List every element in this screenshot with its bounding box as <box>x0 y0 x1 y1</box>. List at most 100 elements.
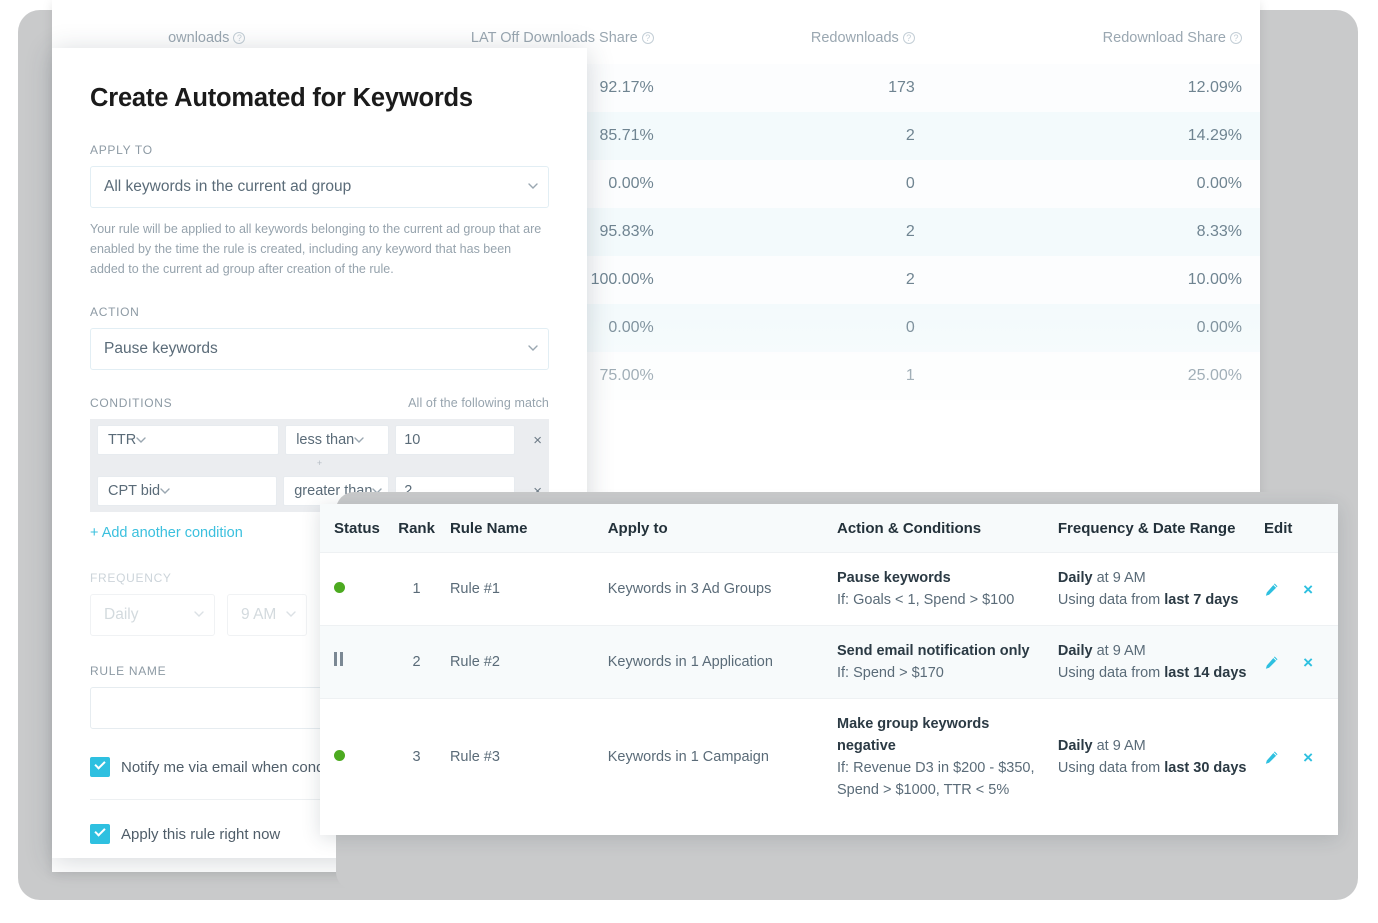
checkbox-checked-icon[interactable] <box>90 824 110 845</box>
chevron-down-icon <box>354 437 364 444</box>
cell-redownload-share: 25.00% <box>1187 367 1242 384</box>
cell-rule-name: Rule #1 <box>449 581 500 598</box>
frequency-interval-select[interactable]: Daily <box>90 594 215 637</box>
frequency-line: Daily at 9 AM <box>1057 738 1146 755</box>
column-header-rank: Rank <box>389 504 444 553</box>
cell-redownloads: 0 <box>905 319 915 336</box>
cell-redownload-share: 0.00% <box>1196 175 1242 192</box>
cell-edit: × <box>1258 699 1338 816</box>
cell-action-conditions: Pause keywords If: Goals < 1, Spend > $1… <box>831 553 1052 626</box>
cell-redownload-share: 12.09% <box>1187 79 1242 96</box>
column-header-redownloads[interactable]: Redownloads? <box>672 0 933 64</box>
conditions-header: CONDITIONS All of the following match <box>90 396 549 410</box>
chevron-down-icon <box>136 437 146 444</box>
cell-apply-to: Keywords in 1 Application <box>607 654 773 671</box>
cell-action-conditions: Make group keywords negative If: Revenue… <box>831 699 1052 816</box>
conditions-label: CONDITIONS <box>90 396 173 411</box>
cell-rank: 3 <box>412 749 421 766</box>
column-header-edit: Edit <box>1258 504 1338 553</box>
apply-now-label: Apply this rule right now <box>121 825 281 843</box>
column-header-redownload-share[interactable]: Redownload Share? <box>933 0 1260 64</box>
status-active-icon <box>334 582 345 594</box>
chevron-down-icon <box>286 611 296 619</box>
cell-apply-to: Keywords in 1 Campaign <box>607 749 769 766</box>
column-header-status: Status <box>320 504 390 553</box>
edit-pencil-icon[interactable] <box>1264 582 1279 597</box>
conditions-match-mode[interactable]: All of the following match <box>408 396 549 410</box>
cell-rule-name: Rule #2 <box>449 654 500 671</box>
cell-redownload-share: 8.33% <box>1196 223 1242 240</box>
action-title: Pause keywords <box>837 570 951 586</box>
cell-edit: × <box>1258 553 1338 626</box>
delete-icon[interactable]: × <box>1303 580 1313 599</box>
cell-frequency-date-range: Daily at 9 AM Using data from last 30 da… <box>1052 699 1258 816</box>
cell-frequency-date-range: Daily at 9 AM Using data from last 14 da… <box>1052 626 1258 699</box>
cell-frequency-date-range: Daily at 9 AM Using data from last 7 day… <box>1052 553 1258 626</box>
help-icon[interactable]: ? <box>233 32 246 44</box>
action-value: Pause keywords <box>104 340 218 358</box>
date-range-line: Using data from last 30 days <box>1057 760 1247 777</box>
rules-table-row[interactable]: 1 Rule #1 Keywords in 3 Ad Groups Pause … <box>320 552 1338 626</box>
frequency-line: Daily at 9 AM <box>1057 643 1146 660</box>
condition-metric-select[interactable]: TTR <box>97 425 280 456</box>
page-title: Create Automated for Keywords <box>90 84 473 112</box>
rules-table: Status Rank Rule Name Apply to Action & … <box>320 504 1338 815</box>
cell-rank: 2 <box>412 654 421 671</box>
cell-status <box>320 699 389 816</box>
apply-to-select[interactable]: All keywords in the current ad group <box>90 166 549 208</box>
rules-list-card: Status Rank Rule Name Apply to Action & … <box>320 504 1338 835</box>
cell-apply-to: Keywords in 3 Ad Groups <box>607 581 772 598</box>
apply-to-help-text: Your rule will be applied to all keyword… <box>90 222 542 276</box>
cell-redownloads: 1 <box>905 367 915 384</box>
add-condition-link[interactable]: + Add another condition <box>90 525 243 541</box>
column-header-rule-name: Rule Name <box>443 504 602 553</box>
action-conditions: If: Spend > $170 <box>837 665 944 682</box>
date-range-line: Using data from last 7 days <box>1057 592 1239 609</box>
condition-row: TTR less than × <box>90 419 549 462</box>
cell-action-conditions: Send email notification only If: Spend >… <box>831 626 1052 699</box>
cell-redownloads: 0 <box>905 175 915 192</box>
cell-redownloads: 2 <box>905 127 915 144</box>
status-active-icon <box>334 750 345 762</box>
rules-header-row: Status Rank Rule Name Apply to Action & … <box>320 504 1338 553</box>
help-icon[interactable]: ? <box>1230 32 1242 44</box>
cell-rule-name: Rule #3 <box>449 749 500 766</box>
column-header-apply-to: Apply to <box>601 504 831 553</box>
cell-redownload-share: 10.00% <box>1187 271 1242 288</box>
apply-to-label: APPLY TO <box>90 143 153 157</box>
cell-edit: × <box>1258 626 1338 699</box>
apply-to-value: All keywords in the current ad group <box>104 178 352 195</box>
action-conditions: If: Goals < 1, Spend > $100 <box>837 592 1015 609</box>
delete-icon[interactable]: × <box>1303 748 1313 767</box>
condition-metric-select[interactable]: CPT bid <box>97 476 278 507</box>
checkbox-checked-icon[interactable] <box>90 757 110 778</box>
cell-redownloads: 173 <box>888 79 915 96</box>
action-title: Make group keywords negative <box>837 716 990 755</box>
cell-status <box>320 553 389 626</box>
chevron-down-icon <box>194 611 204 619</box>
delete-icon[interactable]: × <box>1303 653 1313 672</box>
action-select[interactable]: Pause keywords <box>90 328 549 371</box>
rules-table-row[interactable]: 3 Rule #3 Keywords in 1 Campaign Make gr… <box>320 698 1338 816</box>
chevron-down-icon <box>528 345 538 353</box>
remove-condition-button[interactable]: × <box>533 433 542 448</box>
condition-operator-select[interactable]: less than <box>285 425 390 456</box>
chevron-down-icon <box>528 183 538 191</box>
action-label: ACTION <box>90 305 140 320</box>
column-header-action-conditions: Action & Conditions <box>831 504 1052 553</box>
help-icon[interactable]: ? <box>641 32 654 44</box>
rules-table-row[interactable]: 2 Rule #2 Keywords in 1 Application Send… <box>320 625 1338 699</box>
date-range-line: Using data from last 14 days <box>1057 665 1247 682</box>
help-icon[interactable]: ? <box>902 32 915 44</box>
cell-redownloads: 2 <box>905 223 915 240</box>
cell-redownload-share: 14.29% <box>1187 127 1242 144</box>
condition-plus-divider: + <box>90 459 549 471</box>
cell-status <box>320 626 389 699</box>
frequency-time-select[interactable]: 9 AM <box>227 594 307 637</box>
action-conditions: If: Revenue D3 in $200 - $350, Spend > $… <box>837 760 1035 799</box>
cell-redownload-share: 0.00% <box>1196 319 1242 336</box>
edit-pencil-icon[interactable] <box>1264 750 1279 765</box>
edit-pencil-icon[interactable] <box>1264 655 1279 670</box>
cell-redownloads: 2 <box>905 271 915 288</box>
condition-value-input[interactable] <box>395 425 516 456</box>
